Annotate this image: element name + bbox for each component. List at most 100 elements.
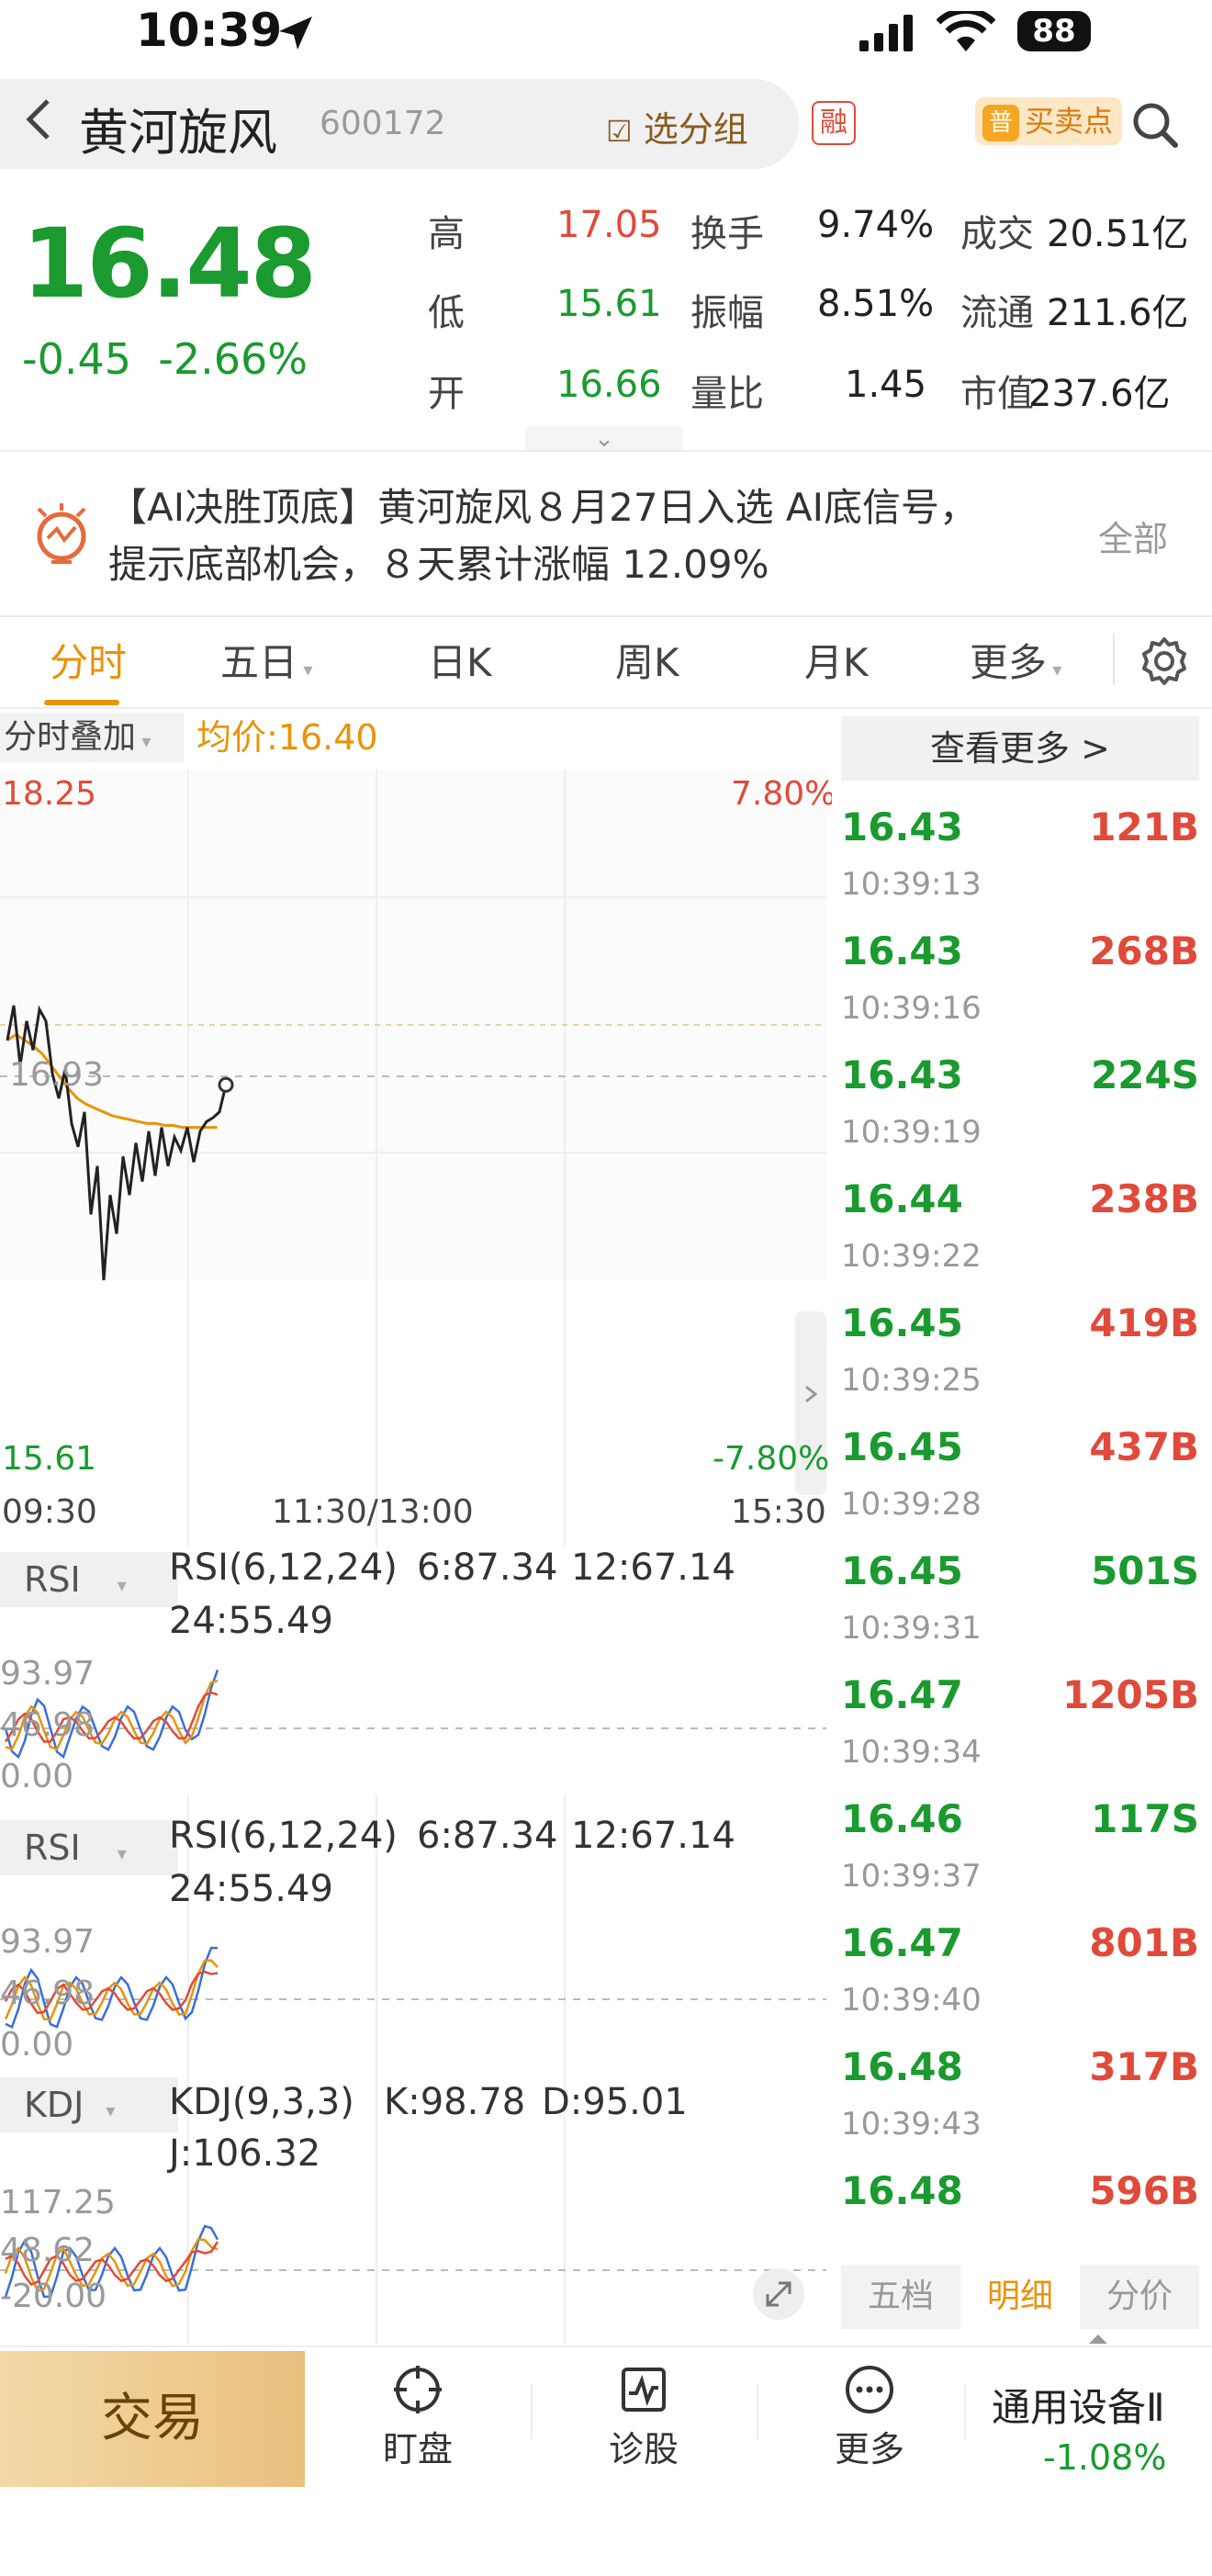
tab-more[interactable]: 更多 ▾ <box>970 632 1061 688</box>
trade-price: 16.45 <box>841 1548 963 1593</box>
caret-down-icon: ▾ <box>117 1574 127 1596</box>
trade-time: 10:39:28 <box>841 1486 982 1523</box>
overlay-dropdown[interactable]: 分时叠加 ▾ <box>0 713 184 762</box>
trade-time: 10:39:13 <box>841 866 982 903</box>
industry-name[interactable]: 通用设备Ⅱ <box>992 2377 1165 2433</box>
trade-volume: 238B <box>1089 1176 1199 1221</box>
caret-down-icon: ▾ <box>136 730 152 752</box>
diagnose-label: 诊股 <box>608 2429 679 2469</box>
lightbulb-signal-icon <box>37 503 86 564</box>
tab-monthly-k[interactable]: 月K <box>804 632 869 688</box>
trade-time: 10:39:37 <box>841 1858 982 1895</box>
status-bar: 10:39 88 <box>0 0 1212 73</box>
indicator-name: RSI(6,12,24) <box>169 1815 398 1857</box>
stock-name: 黄河旋风 <box>79 104 277 162</box>
current-price: 16.48 <box>22 208 317 320</box>
indicator-top-label: 93.97 <box>0 1923 95 1961</box>
indicator-bottom-label: -20.00 <box>0 2278 107 2315</box>
stat-label: 开 <box>428 373 465 415</box>
trade-volume: 224S <box>1091 1052 1199 1097</box>
indicator-value-1: K:98.78 <box>384 2081 526 2123</box>
industry-change: -1.08% <box>1043 2437 1167 2478</box>
stock-code: 600172 <box>320 105 446 142</box>
indicator-name: KDJ(9,3,3) <box>169 2081 354 2123</box>
indicator-value-1: 6:87.34 <box>417 1547 558 1589</box>
indicator-select-button[interactable]: RSI ▾ <box>0 1820 178 1875</box>
indicator-select-button[interactable]: KDJ ▾ <box>0 2077 178 2132</box>
tab-order-book[interactable]: 五档 <box>841 2265 960 2329</box>
stat-label: 换手 <box>690 213 764 255</box>
expand-quote-button[interactable]: ⌄ <box>525 426 683 452</box>
stat-label: 流通 <box>960 292 1034 334</box>
buy-sell-points-button[interactable]: 普买卖点 <box>975 97 1122 145</box>
indicator-select-button[interactable]: RSI ▾ <box>0 1552 178 1607</box>
trade-price: 16.43 <box>841 928 963 973</box>
trade-time: 10:39:25 <box>841 1362 982 1399</box>
select-group-button[interactable]: ☑ 选分组 <box>606 101 748 152</box>
caret-down-icon: ▾ <box>106 2099 116 2121</box>
trade-time: 10:39:40 <box>841 1982 982 2019</box>
current-price-dot <box>218 1076 234 1093</box>
diagnose-button[interactable]: 诊股 <box>575 2362 713 2471</box>
tab-daily-k[interactable]: 日K <box>428 632 492 688</box>
y-axis-bottom-pct-label: -7.80% <box>713 1440 830 1478</box>
stat-value: 15.61 <box>556 283 662 325</box>
trade-time: 10:39:31 <box>841 1610 982 1647</box>
select-group-label: 选分组 <box>643 109 748 150</box>
indicator-select-label: RSI <box>24 1828 81 1868</box>
view-more-button[interactable]: 查看更多 > <box>841 716 1199 781</box>
battery-level: 88 <box>1017 11 1091 51</box>
cellular-signal-icon <box>859 15 913 51</box>
stat-value: 16.66 <box>556 364 662 406</box>
tab-price-distribution[interactable]: 分价 <box>1080 2265 1199 2329</box>
indicator-mid-label: 48.62 <box>0 2232 95 2269</box>
caret-down-icon: ▾ <box>1047 658 1062 681</box>
y-axis-top-pct-label: 7.80% <box>731 775 836 813</box>
indicator-select-label: KDJ <box>24 2085 84 2125</box>
indicator-top-label: 117.25 <box>0 2184 116 2222</box>
trade-price: 16.45 <box>841 1300 963 1345</box>
caret-up-icon <box>1089 2334 1107 2344</box>
tab-five-day[interactable]: 五日 ▾ <box>220 632 312 688</box>
tab-trade-detail[interactable]: 明细 <box>960 2265 1080 2329</box>
trade-time: 10:39:22 <box>841 1238 982 1275</box>
crosshair-icon <box>394 2366 442 2413</box>
stock-header: 黄河旋风 600172 ☑ 选分组 融 普买卖点 <box>0 79 1212 171</box>
x-axis-end-label: 15:30 <box>731 1493 826 1531</box>
y-axis-bottom-label: 15.61 <box>2 1440 97 1478</box>
wifi-icon <box>937 11 995 51</box>
trade-volume: 801B <box>1089 1920 1199 1965</box>
bottom-action-bar: 交易 盯盘 诊股 更多 通用设备Ⅱ -1.08% <box>0 2345 1212 2494</box>
pu-badge: 普 <box>982 105 1019 141</box>
gear-icon[interactable] <box>1139 636 1190 687</box>
trade-volume: 268B <box>1089 928 1199 973</box>
stat-label: 成交 <box>960 213 1034 255</box>
indicator-value-2: 12:67.14 <box>571 1815 735 1857</box>
trade-volume: 419B <box>1089 1300 1199 1345</box>
stat-value: 20.51亿 <box>1047 213 1189 255</box>
stat-value: 237.6亿 <box>1028 373 1171 415</box>
margin-badge[interactable]: 融 <box>812 101 856 145</box>
trade-price: 16.46 <box>841 1796 963 1841</box>
detail-tabs: 五档 明细 分价 <box>841 2265 1199 2329</box>
back-button[interactable] <box>20 92 57 159</box>
trade-price: 16.48 <box>841 2044 963 2089</box>
chevron-down-icon: ⌄ <box>594 425 614 453</box>
trade-volume: 596B <box>1089 2168 1199 2213</box>
indicator-mid-label: 46.98 <box>0 1706 95 1744</box>
divider <box>531 2384 533 2439</box>
ai-signal-line: 【AI决胜顶底】黄河旋风８月27日入选 AI底信号， <box>108 485 979 530</box>
trade-button[interactable]: 交易 <box>0 2351 305 2487</box>
stat-label: 市值 <box>960 373 1034 415</box>
trade-volume: 501S <box>1091 1548 1199 1593</box>
tab-weekly-k[interactable]: 周K <box>615 632 679 688</box>
trade-price: 16.47 <box>841 1920 963 1965</box>
search-icon[interactable] <box>1129 99 1181 151</box>
more-label: 更多 <box>834 2429 904 2469</box>
trade-price: 16.47 <box>841 1672 963 1717</box>
watch-button[interactable]: 盯盘 <box>349 2362 487 2471</box>
view-all-link[interactable]: 全部 <box>1098 511 1168 561</box>
stat-label: 低 <box>428 292 465 334</box>
tab-intraday[interactable]: 分时 <box>50 632 127 688</box>
more-button[interactable]: 更多 <box>801 2362 938 2471</box>
